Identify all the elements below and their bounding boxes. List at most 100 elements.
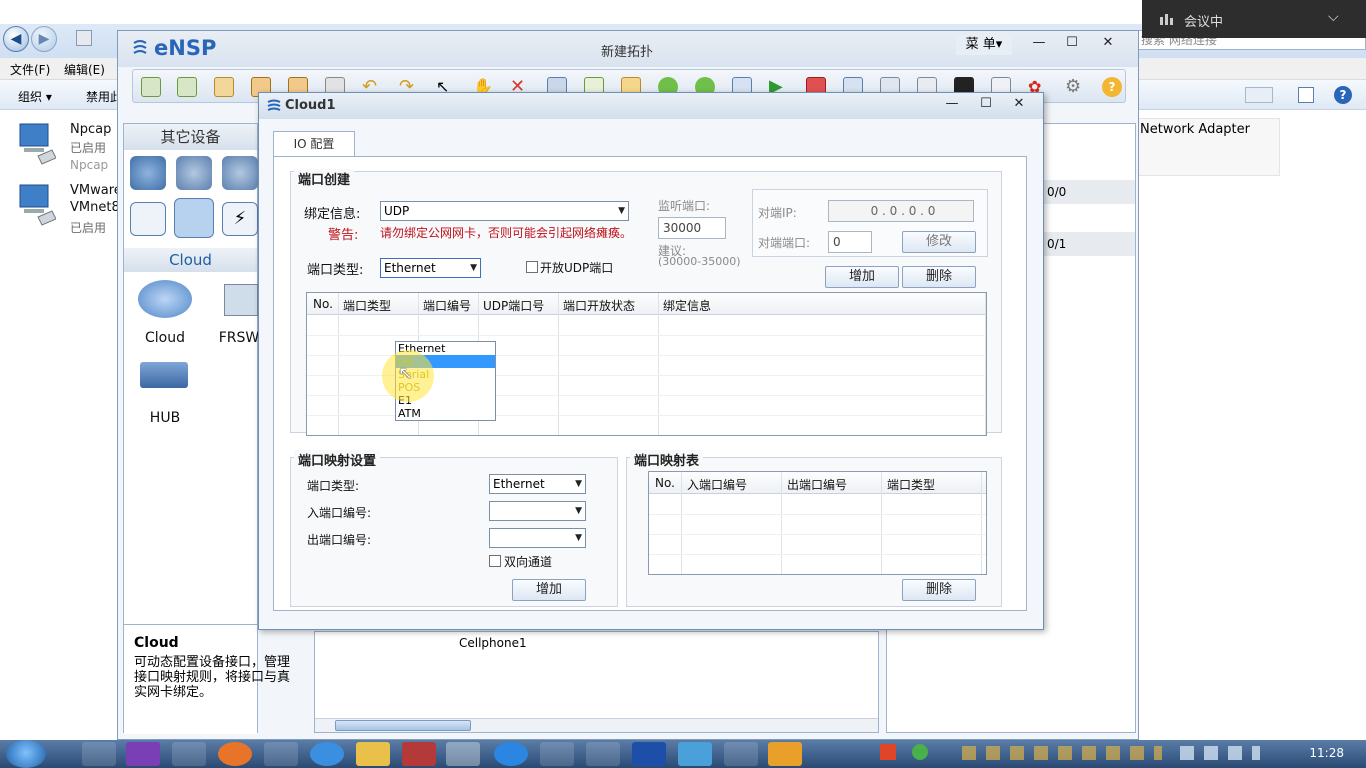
delete-port-button[interactable]: 删除 [902,266,976,288]
preview-pane-icon[interactable] [1298,87,1314,103]
router-icon[interactable] [130,156,166,190]
horizontal-scrollbar[interactable] [315,718,878,732]
tray-icons[interactable] [962,746,1162,760]
device-label: Cloud [145,330,185,346]
back-icon[interactable]: ◀ [3,26,29,52]
port-type-label: 端口类型: [307,263,364,278]
taskbar-app-icon[interactable] [678,742,712,766]
device-category-header[interactable]: 其它设备 [124,124,257,150]
taskbar-app-icon[interactable] [586,742,620,766]
bind-select[interactable]: UDP ▼ [380,201,629,221]
taskbar-app-icon[interactable] [632,742,666,766]
bind-value: UDP [384,204,410,218]
start-button[interactable] [6,740,46,768]
taskbar-app-icon[interactable] [494,742,528,766]
new-lab-icon[interactable] [177,77,197,97]
ensp-logo-icon [267,99,281,113]
port-type-select[interactable]: Ethernet ▼ [380,258,481,278]
map-table: No. 入端口编号 出端口编号 端口类型 [648,471,987,575]
ensp-title-bar: eNSP 新建拓扑 菜 单▾ — ☐ ✕ [118,31,1138,67]
new-topology-icon[interactable] [141,77,161,97]
column-header: 端口类型 [887,478,936,492]
peer-port-input[interactable]: 0 [828,231,872,253]
taskbar-app-icon[interactable] [172,742,206,766]
menu-file[interactable]: 文件(F) [10,61,50,78]
taskbar-app-icon[interactable] [310,742,344,766]
switch-icon[interactable] [176,156,212,190]
map-type-value: Ethernet [493,477,545,491]
folder-icon[interactable] [356,742,390,766]
modify-button[interactable]: 修改 [902,231,976,253]
listen-port-label: 监听端口: [658,199,711,213]
column-header: 出端口编号 [787,478,848,492]
chevron-down-icon: ▼ [575,479,582,489]
chevron-down-icon: ▼ [618,206,625,216]
cloud-category-icon[interactable] [174,198,214,238]
gear-icon[interactable]: ⚙ [1065,77,1085,97]
tray-app-icon[interactable] [880,744,896,760]
open-icon[interactable] [214,77,234,97]
menu-edit[interactable]: 编辑(E) [64,61,105,78]
close-button[interactable]: ✕ [1093,33,1123,55]
taskbar-app-icon[interactable] [540,742,574,766]
tab-io-config[interactable]: IO 配置 [273,131,355,157]
view-icon[interactable] [1245,87,1273,103]
open-udp-checkbox[interactable] [526,261,538,273]
ensp-taskbar-icon[interactable] [446,742,480,766]
hub-icon[interactable] [140,362,188,388]
warning-label: 警告: [328,228,359,243]
add-port-button[interactable]: 增加 [825,266,899,288]
taskbar-app-icon[interactable] [768,742,802,766]
meeting-bar[interactable]: 会议中 ⌵ [1142,0,1366,38]
port-map-legend: 端口映射设置 [294,450,381,469]
taskbar-app-icon[interactable] [82,742,116,766]
taskbar-app-icon[interactable] [724,742,758,766]
clock[interactable]: 11:28 [1309,746,1344,760]
add-mapping-button[interactable]: 增加 [512,579,586,601]
ensp-logo-icon [132,39,148,57]
adapter-sub: Npcap [70,158,109,172]
chevron-down-icon[interactable]: ⌵ [1328,9,1339,25]
adapter-vmnet8[interactable]: VMware VMnet8 已启用 [0,183,122,243]
out-port-label: 出端口编号: [307,533,372,547]
listen-port-input[interactable]: 30000 [658,217,726,239]
minimize-button[interactable]: — [1024,33,1054,55]
pc-icon[interactable] [130,202,166,236]
bidirectional-checkbox[interactable] [489,555,501,567]
frame-relay-switch-icon[interactable] [224,284,258,316]
port-type-value: Ethernet [384,261,436,275]
bidirectional-label: 双向通道 [504,555,553,569]
in-port-select[interactable]: ▼ [489,501,586,521]
cloud-device-icon[interactable] [138,280,192,318]
tray-icons[interactable] [1180,746,1260,760]
maximize-button[interactable]: ☐ [971,94,1001,116]
firefox-icon[interactable] [218,742,252,766]
delete-mapping-button[interactable]: 删除 [902,579,976,601]
column-header: UDP端口号 [483,299,545,313]
description-title: Cloud [134,635,179,651]
adapter-right[interactable]: Network Adapter [1137,118,1280,176]
out-port-select[interactable]: ▼ [489,528,586,548]
lightning-icon[interactable]: ⚡ [222,202,258,236]
minimize-button[interactable]: — [937,94,967,116]
adapter-npcap[interactable]: Npcap 已启用 Npcap [0,122,111,182]
help-icon[interactable]: ? [1334,86,1352,104]
column-header: 端口编号 [423,299,472,313]
wireless-icon[interactable] [222,156,258,190]
scrollbar-thumb[interactable] [335,720,471,731]
forward-icon[interactable]: ▶ [31,26,57,52]
tray-app-icon[interactable] [912,744,928,760]
device-name-label: Cellphone1 [459,636,527,650]
organize-button[interactable]: 组织 ▾ [18,88,52,105]
map-type-select[interactable]: Ethernet ▼ [489,474,586,494]
help-icon[interactable]: ? [1102,77,1122,97]
close-button[interactable]: ✕ [1004,94,1034,116]
topology-canvas[interactable]: Cellphone1 [314,631,879,733]
dropdown-option-atm[interactable]: ATM [396,407,495,420]
onenote-icon[interactable] [126,742,160,766]
taskbar-app-icon[interactable] [402,742,436,766]
taskbar-app-icon[interactable] [264,742,298,766]
maximize-button[interactable]: ☐ [1057,33,1087,55]
peer-ip-input[interactable]: 0 . 0 . 0 . 0 [828,200,974,222]
main-menu-button[interactable]: 菜 单▾ [956,35,1012,55]
